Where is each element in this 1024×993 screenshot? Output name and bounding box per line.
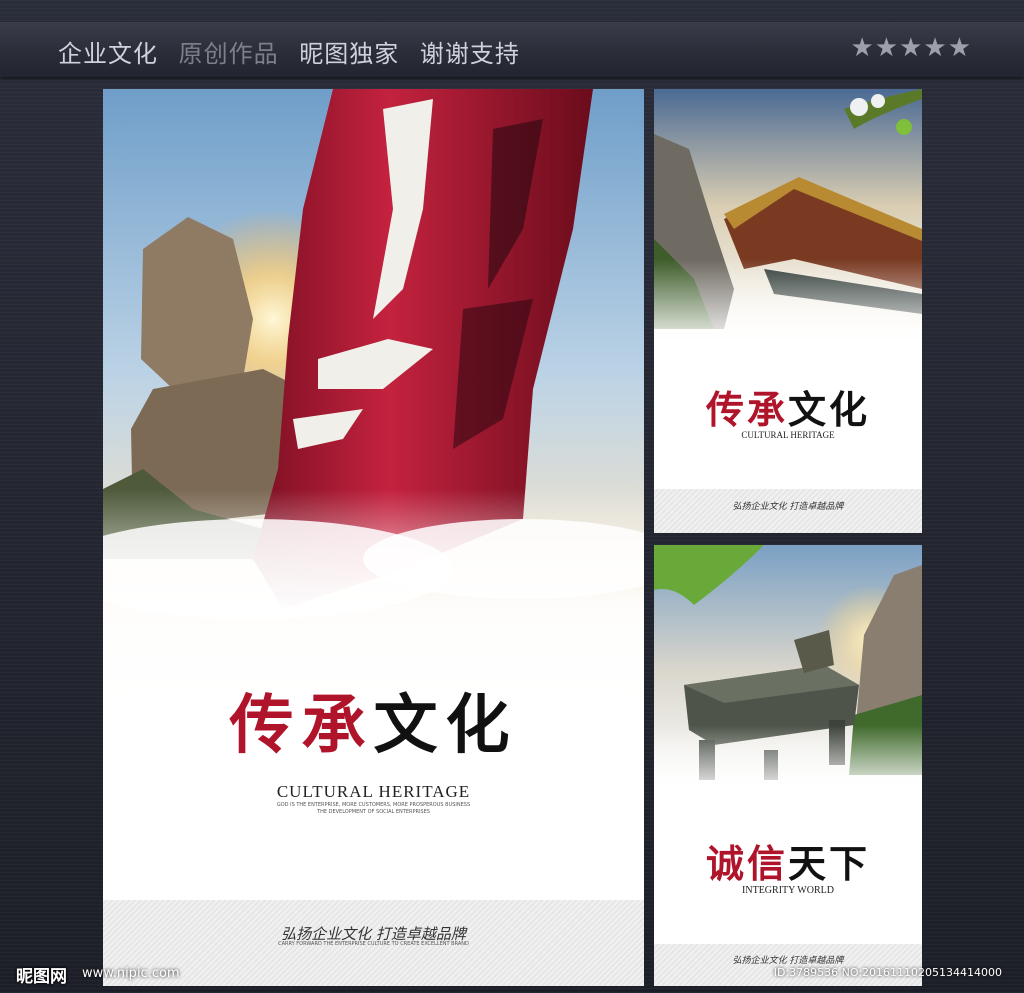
header-title: 企业文化 原创作品 昵图独家 谢谢支持 (58, 34, 532, 69)
rating-stars-icon: ★★★★★ (850, 33, 972, 63)
poster-main-artwork (103, 89, 644, 729)
poster-bottom-right-subtitle: INTEGRITY WORLD (742, 885, 834, 896)
watermark-url: www.nipic.com (82, 966, 180, 981)
poster-top-right-subtitle: CULTURAL HERITAGE (741, 430, 835, 440)
title-part-black: 文化 (373, 688, 518, 763)
header-segment: 昵图独家 (299, 40, 400, 68)
poster-main-tagline-2: THE DEVELOPMENT OF SOCIAL ENTERPRISES (317, 809, 430, 815)
header-segment: 谢谢支持 (419, 40, 520, 68)
poster-top-right-slogan: 弘扬企业文化 打造卓越品牌 (732, 502, 844, 512)
header-bar: 企业文化 原创作品 昵图独家 谢谢支持 ★★★★★ (0, 22, 1024, 77)
title-part-red: 传承 (705, 387, 788, 432)
poster-bottom-right-title: 诚信天下 (654, 833, 922, 888)
poster-main-title: 传承文化 (103, 674, 644, 766)
poster-top-right: 传承文化 CULTURAL HERITAGE 弘扬企业文化 打造卓越品牌 (654, 89, 922, 533)
poster-top-right-title: 传承文化 (654, 379, 922, 434)
poster-main: 传承文化 CULTURAL HERITAGE GOD IS THE ENTERP… (103, 89, 644, 986)
title-part-red: 传承 (229, 688, 374, 763)
poster-main-subtitle: CULTURAL HERITAGE (276, 782, 471, 801)
poster-main-slogan-en: CARRY FORWARD THE ENTERPRISE CULTURE TO … (278, 941, 469, 947)
title-part-red: 诚信 (705, 841, 788, 886)
watermark-logo: 昵图网 (16, 967, 67, 987)
watermark-id: ID:3789536 NO:20161110205134414000 (773, 966, 1002, 979)
poster-bottom-right: 诚信天下 INTEGRITY WORLD 弘扬企业文化 打造卓越品牌 (654, 545, 922, 986)
header-segment: 原创作品 (178, 40, 279, 68)
poster-top-right-artwork (654, 89, 922, 349)
title-part-black: 文化 (788, 387, 871, 432)
poster-bottom-right-slogan: 弘扬企业文化 打造卓越品牌 (732, 956, 844, 966)
title-part-black: 天下 (788, 841, 871, 886)
header-segment: 企业文化 (58, 40, 158, 68)
poster-bottom-right-artwork (654, 545, 922, 795)
poster-main-tagline-1: GOD IS THE ENTERPRISE, MORE CUSTOMERS, M… (276, 802, 471, 808)
